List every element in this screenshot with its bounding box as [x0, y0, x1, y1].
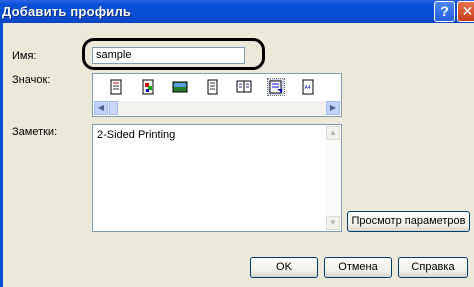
window-frame-left: [0, 23, 3, 287]
icon-label: Значок:: [12, 74, 51, 86]
image-icon[interactable]: [172, 79, 188, 95]
scroll-left-button[interactable]: ◀: [94, 101, 108, 115]
preview-settings-button[interactable]: Просмотр параметров: [347, 211, 470, 232]
ok-button[interactable]: OK: [250, 257, 318, 278]
title-bar: Добавить профиль ? ✕: [0, 0, 474, 23]
window-title: Добавить профиль: [2, 4, 132, 19]
page-icon[interactable]: [108, 79, 124, 95]
scroll-up-button[interactable]: ▲: [326, 126, 340, 140]
scroll-right-button[interactable]: ▶: [326, 101, 340, 115]
cancel-button[interactable]: Отмена: [324, 257, 392, 278]
help-button[interactable]: Справка: [398, 257, 468, 278]
close-button[interactable]: ✕: [457, 1, 474, 22]
name-label: Имя:: [12, 50, 37, 62]
scroll-down-button[interactable]: ▼: [326, 216, 340, 230]
title-help-button[interactable]: ?: [434, 1, 455, 22]
scroll-thumb[interactable]: [109, 101, 118, 115]
notes-label: Заметки:: [12, 126, 58, 138]
close-icon: ✕: [461, 3, 474, 19]
highlight-outline: [82, 38, 265, 70]
notes-field[interactable]: 2-Sided Printing ▲ ▼: [92, 124, 342, 232]
svg-text:A4: A4: [305, 85, 311, 91]
document-icon[interactable]: [204, 79, 220, 95]
color-page-icon[interactable]: [140, 79, 156, 95]
booklet-icon[interactable]: [236, 79, 252, 95]
duplex-icon[interactable]: [267, 78, 285, 96]
notes-text: 2-Sided Printing: [97, 129, 176, 141]
icon-scrollbar[interactable]: ◀ ▶: [94, 101, 340, 115]
icon-list[interactable]: A4 ◀ ▶: [92, 73, 342, 117]
a4-icon[interactable]: A4: [300, 79, 316, 95]
notes-scrollbar[interactable]: ▲ ▼: [326, 126, 340, 230]
